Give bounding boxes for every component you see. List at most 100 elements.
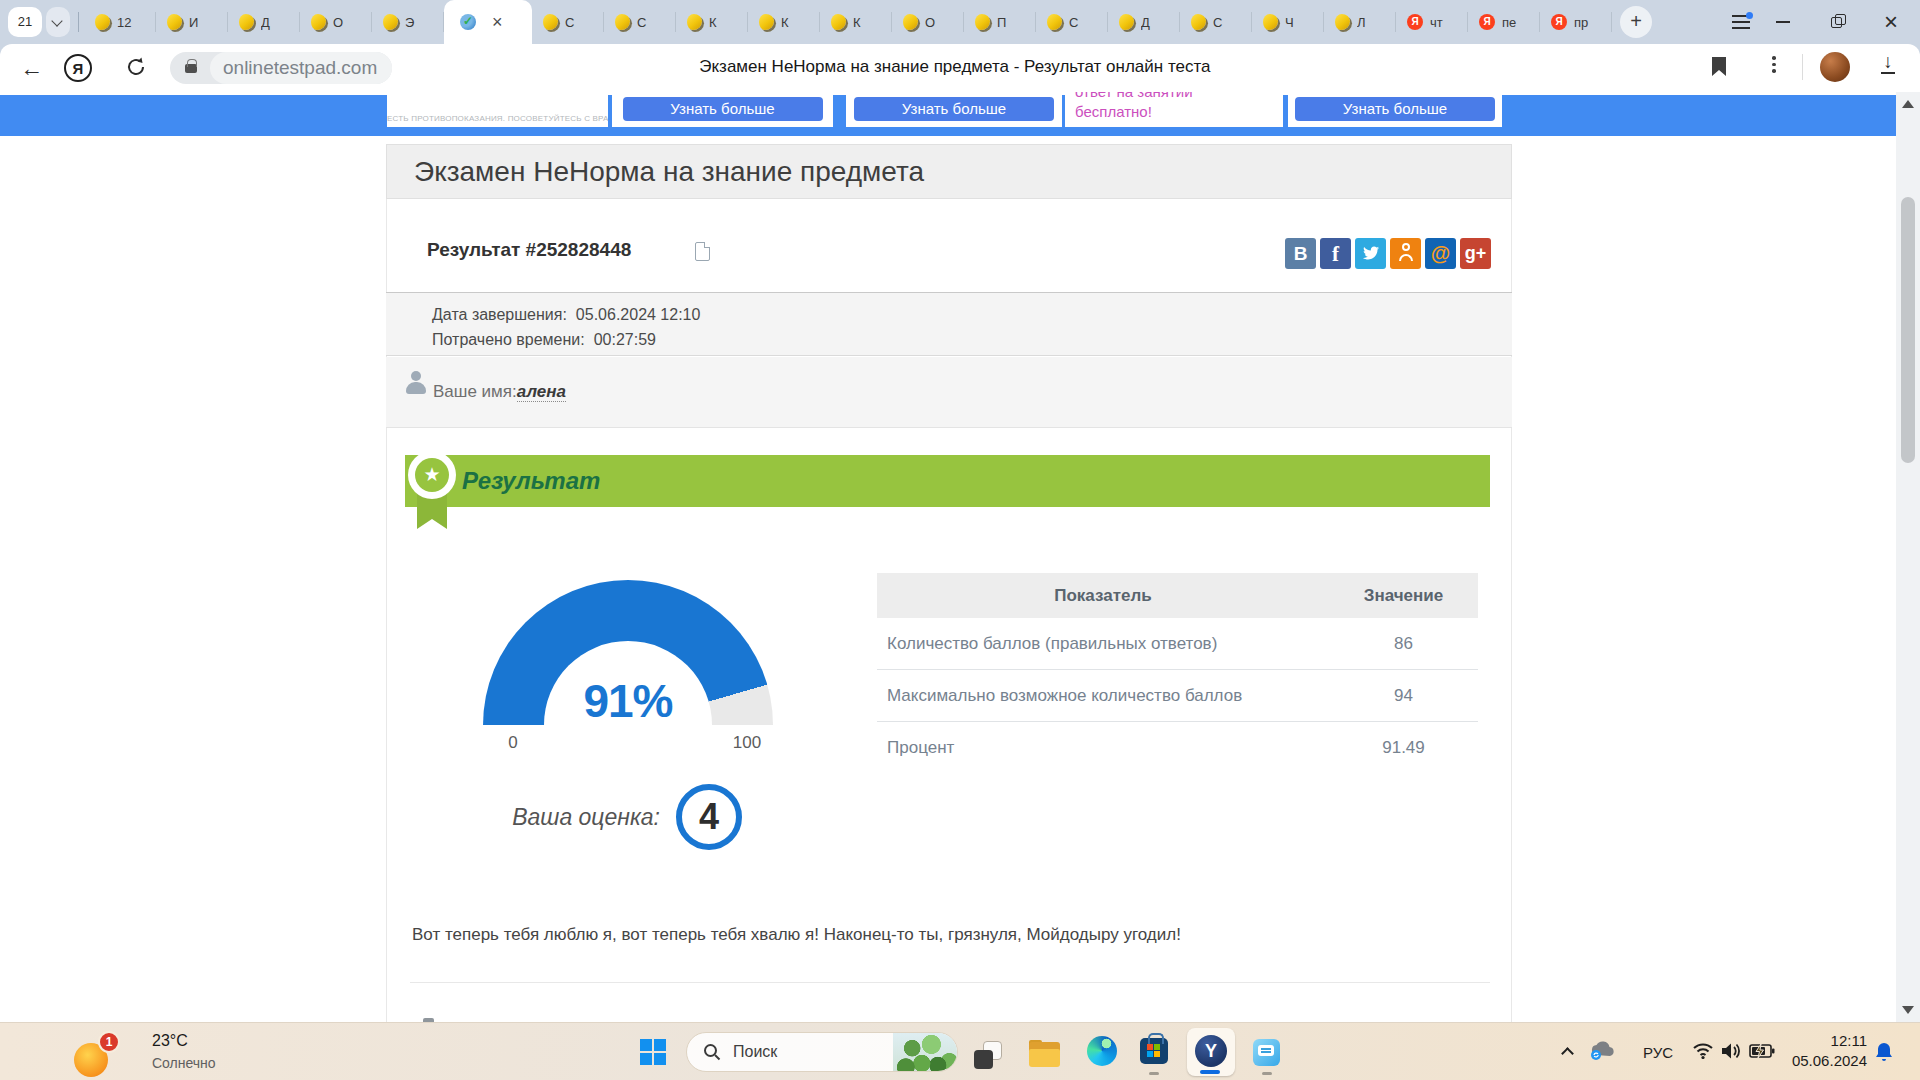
browser-tab[interactable]: С [1180, 0, 1252, 44]
site-favicon [1047, 14, 1062, 30]
start-button[interactable] [640, 1039, 666, 1065]
browser-tab[interactable]: О [300, 0, 372, 44]
tray-expand-icon[interactable] [1561, 1047, 1574, 1060]
result-meta: Дата завершения:05.06.2024 12:10 Потраче… [386, 293, 1512, 356]
vk-share-button[interactable]: B [1285, 238, 1316, 269]
browser-tab[interactable]: К [676, 0, 748, 44]
browser-tab[interactable]: Ч [1252, 0, 1324, 44]
volume-icon[interactable] [1721, 1042, 1743, 1060]
copy-icon[interactable] [695, 242, 710, 261]
ad-cta-button[interactable]: Узнать больше [1295, 97, 1495, 121]
onlinetestpad-favicon: ✓ [460, 14, 476, 30]
clock[interactable]: 12:11 05.06.2024 [1770, 1032, 1867, 1069]
onedrive-icon[interactable] [1588, 1039, 1616, 1061]
ad-cta-button[interactable]: Узнать больше [623, 97, 823, 121]
browser-tab[interactable]: Э [372, 0, 444, 44]
site-favicon [95, 14, 110, 30]
scrollbar-thumb[interactable] [1901, 197, 1915, 463]
ad-banner[interactable]: Узнать больше [612, 92, 833, 127]
wifi-icon[interactable] [1692, 1042, 1714, 1059]
googleplus-share-button[interactable]: g+ [1460, 238, 1491, 269]
close-window-button[interactable]: × [1884, 8, 1898, 36]
back-icon[interactable]: ← [20, 55, 43, 82]
notification-bell-icon[interactable] [1875, 1042, 1893, 1062]
browser-tab[interactable]: О [892, 0, 964, 44]
downloads-icon[interactable]: ↓ [1878, 52, 1898, 74]
browser-tab[interactable]: С [532, 0, 604, 44]
browser-tab-yandex[interactable]: Я пе [1468, 0, 1540, 44]
browser-tab[interactable]: Д [228, 0, 300, 44]
close-tab-icon[interactable]: × [492, 14, 503, 30]
divider [78, 12, 79, 32]
lock-icon[interactable] [185, 64, 197, 73]
page-content: ЕСТЬ ПРОТИВОПОКАЗАНИЯ. ПОСОВЕТУЙТЕСЬ С В… [0, 92, 1920, 1022]
more-options-icon[interactable] [1772, 56, 1776, 76]
column-header: Показатель [877, 573, 1329, 618]
menu-icon[interactable] [1732, 15, 1750, 29]
edge-browser-button[interactable] [1087, 1036, 1117, 1066]
url-field[interactable]: onlinetestpad.com [170, 52, 392, 84]
facebook-share-button[interactable]: f [1320, 238, 1351, 269]
browser-tab[interactable]: С [1036, 0, 1108, 44]
site-favicon [1119, 14, 1134, 30]
messenger-button[interactable] [1253, 1039, 1280, 1066]
browser-tab[interactable]: К [820, 0, 892, 44]
test-title: Экзамен НеНорма на знание предмета [386, 144, 1512, 199]
time-spent-label: Потрачено времени: [432, 331, 585, 348]
browser-tab[interactable]: С [604, 0, 676, 44]
refresh-icon[interactable] [124, 55, 148, 79]
column-header: Значение [1329, 573, 1478, 618]
ad-banner[interactable]: Узнать больше [846, 92, 1062, 127]
table-row: Процент 91.49 [877, 722, 1478, 774]
scroll-up-icon[interactable] [1902, 100, 1914, 108]
mailru-share-button[interactable]: @ [1425, 238, 1456, 269]
browser-tab[interactable]: П [964, 0, 1036, 44]
yandex-browser-button-active[interactable]: Y [1187, 1028, 1235, 1076]
search-highlight-image[interactable] [893, 1033, 957, 1071]
minimize-button[interactable] [1776, 21, 1790, 23]
windows-taskbar: 1 23°C Солнечно Поиск Y РУС 12:11 05.06. [0, 1022, 1920, 1080]
browser-tab[interactable]: 12 [84, 0, 156, 44]
browser-tab[interactable]: К [748, 0, 820, 44]
ad-banner[interactable]: Узнать больше [1288, 92, 1502, 127]
site-favicon [543, 14, 558, 30]
restore-button[interactable] [1831, 14, 1846, 29]
microsoft-store-button[interactable] [1140, 1038, 1168, 1064]
bookmark-icon[interactable] [1712, 57, 1726, 76]
profile-avatar[interactable] [1820, 52, 1850, 82]
ad-cta-button[interactable]: Узнать больше [854, 97, 1054, 121]
divider [410, 982, 1490, 983]
weather-condition[interactable]: Солнечно [152, 1055, 216, 1071]
yandex-favicon: Я [1479, 14, 1495, 30]
site-favicon [383, 14, 398, 30]
ad-banner[interactable]: ЕСТЬ ПРОТИВОПОКАЗАНИЯ. ПОСОВЕТУЙТЕСЬ С В… [387, 92, 608, 127]
browser-tab[interactable]: Л [1324, 0, 1396, 44]
browser-tab-yandex[interactable]: Я пр [1540, 0, 1612, 44]
result-table: Показатель Значение Количество баллов (п… [877, 573, 1478, 774]
search-box[interactable]: Поиск [686, 1032, 958, 1072]
new-tab-button[interactable]: + [1620, 6, 1652, 38]
scroll-down-icon[interactable] [1902, 1006, 1914, 1014]
ad-banner[interactable]: ответ на занятии бесплатно! [1065, 92, 1283, 127]
scrollbar[interactable] [1896, 92, 1920, 1022]
tabs-dropdown-button[interactable] [46, 7, 70, 37]
file-explorer-button[interactable] [1029, 1039, 1060, 1069]
user-name-row: Ваше имя:алена [386, 357, 1512, 428]
browser-tab-yandex[interactable]: Я чт [1396, 0, 1468, 44]
notification-dot [1746, 12, 1753, 19]
award-badge-icon: ★ [408, 451, 456, 499]
yandex-home-icon[interactable]: Я [64, 54, 92, 82]
tab-counter-button[interactable]: 21 [8, 7, 42, 37]
ad-promo-line1: ответ на занятии [1075, 92, 1193, 100]
language-indicator[interactable]: РУС [1643, 1044, 1673, 1061]
chevron-down-icon [51, 15, 62, 26]
browser-tab[interactable]: И [156, 0, 228, 44]
twitter-share-button[interactable] [1355, 238, 1386, 269]
url-text[interactable]: onlinetestpad.com [210, 52, 392, 84]
panel-border [1511, 144, 1512, 1022]
active-tab[interactable]: ✓ × [444, 0, 532, 44]
task-view-button[interactable] [974, 1041, 1002, 1069]
odnoklassniki-share-button[interactable] [1390, 238, 1421, 269]
browser-tab[interactable]: Д [1108, 0, 1180, 44]
weather-temperature[interactable]: 23°C [152, 1032, 188, 1050]
